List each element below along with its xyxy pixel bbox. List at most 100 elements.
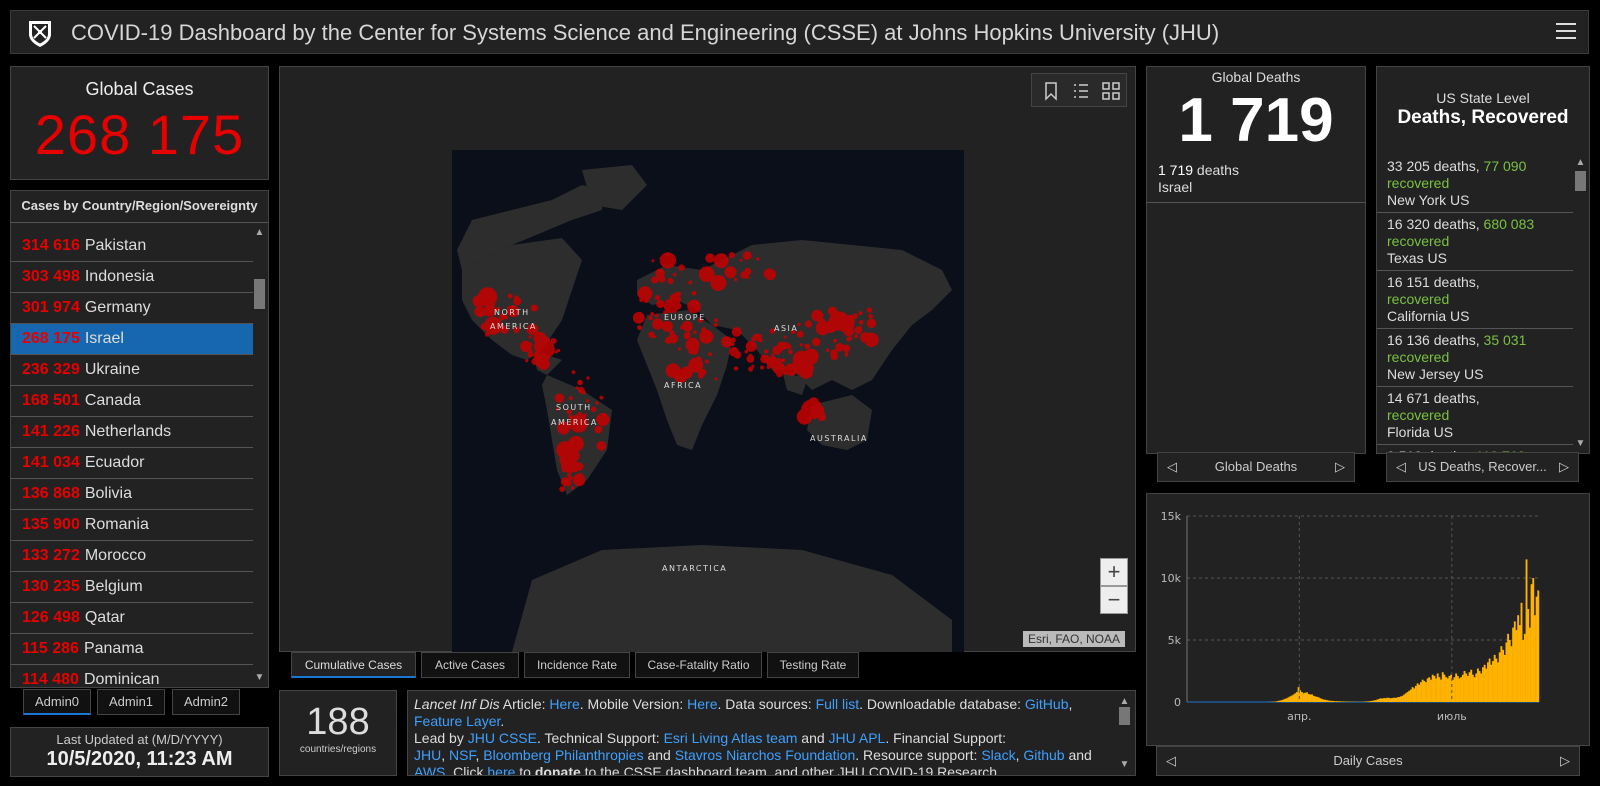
case-bubble[interactable] (800, 411, 806, 416)
case-bubble[interactable] (825, 348, 830, 353)
case-bubble[interactable] (693, 330, 697, 335)
case-bubble[interactable] (491, 331, 495, 335)
case-bubble[interactable] (858, 319, 864, 325)
case-bubble[interactable] (748, 353, 753, 359)
list-item[interactable]: 141 226 Netherlands (11, 417, 253, 448)
list-item[interactable]: 236 329 Ukraine (11, 355, 253, 386)
case-bubble[interactable] (678, 264, 685, 271)
case-bubble[interactable] (691, 290, 697, 296)
case-bubble[interactable] (653, 335, 657, 339)
list-item[interactable]: 1 719 deaths Israel (1147, 156, 1365, 203)
case-bubble[interactable] (655, 268, 665, 279)
case-bubble[interactable] (650, 312, 655, 316)
world-map[interactable]: NORTH AMERICA EUROPE ASIA AFRICA SOUTH A… (452, 150, 964, 652)
list-item[interactable]: 301 974 Germany (11, 293, 253, 324)
case-bubble[interactable] (756, 257, 760, 261)
aws-link[interactable]: AWS (414, 764, 445, 775)
case-bubble[interactable] (586, 376, 590, 380)
case-bubble[interactable] (679, 325, 684, 330)
case-bubble[interactable] (672, 272, 677, 277)
list-item[interactable]: 16 151 deaths, recovered California US (1377, 271, 1573, 329)
case-bubble[interactable] (656, 302, 661, 306)
case-bubble[interactable] (595, 401, 599, 405)
case-bubble[interactable] (575, 462, 584, 471)
case-bubble[interactable] (528, 335, 532, 339)
github-link[interactable]: GitHub (1025, 696, 1069, 712)
case-bubble[interactable] (537, 357, 550, 370)
case-bubble[interactable] (664, 259, 668, 264)
list-item[interactable]: 130 235 Belgium (11, 572, 253, 603)
tab-testing-rate[interactable]: Testing Rate (767, 652, 859, 678)
tab-case-fatality-ratio[interactable]: Case-Fatality Ratio (635, 652, 762, 678)
next-arrow-icon[interactable]: ▷ (1555, 747, 1575, 775)
case-bubble[interactable] (575, 386, 579, 390)
case-bubble[interactable] (864, 340, 868, 344)
case-bubble[interactable] (560, 458, 576, 473)
case-bubble[interactable] (731, 337, 736, 343)
case-bubble[interactable] (480, 323, 489, 331)
us-list-scrollbar[interactable]: ▲ ▼ (1574, 157, 1587, 449)
tab-admin2[interactable]: Admin2 (172, 689, 240, 715)
tab-active-cases[interactable]: Active Cases (421, 652, 519, 678)
case-bubble[interactable] (782, 342, 790, 349)
esri-living-atlas-link[interactable]: Esri Living Atlas team (664, 730, 798, 746)
case-bubble[interactable] (832, 338, 838, 343)
case-bubble[interactable] (602, 416, 608, 422)
case-bubble[interactable] (831, 317, 835, 321)
case-bubble[interactable] (704, 359, 709, 364)
case-bubble[interactable] (843, 315, 848, 320)
scroll-down-arrow-icon[interactable]: ▼ (1118, 756, 1131, 773)
case-bubble[interactable] (651, 259, 655, 263)
article-link[interactable]: Here (549, 696, 579, 712)
case-bubble[interactable] (846, 321, 851, 326)
mobile-version-link[interactable]: Here (687, 696, 717, 712)
case-bubble[interactable] (773, 358, 783, 367)
list-item[interactable]: 141 034 Ecuador (11, 448, 253, 479)
case-bubble[interactable] (701, 327, 707, 333)
data-sources-link[interactable]: Full list (816, 696, 860, 712)
scrollbar-thumb[interactable] (1575, 171, 1586, 191)
zoom-in-button[interactable]: + (1100, 558, 1128, 586)
case-bubble[interactable] (643, 297, 649, 304)
case-bubble[interactable] (772, 349, 777, 354)
bloomberg-link[interactable]: Bloomberg Philanthropies (483, 747, 643, 763)
case-bubble[interactable] (804, 320, 812, 328)
case-bubble[interactable] (472, 295, 485, 308)
case-bubble[interactable] (525, 359, 529, 363)
case-bubble[interactable] (745, 340, 757, 352)
scroll-down-arrow-icon[interactable]: ▼ (1574, 438, 1587, 449)
case-bubble[interactable] (868, 313, 874, 319)
case-bubble[interactable] (560, 477, 570, 487)
case-bubble[interactable] (783, 335, 787, 339)
case-bubble[interactable] (648, 315, 653, 321)
case-bubble[interactable] (561, 453, 566, 458)
case-bubble[interactable] (818, 406, 825, 413)
case-bubble[interactable] (577, 478, 585, 486)
case-bubble[interactable] (545, 337, 551, 343)
case-bubble[interactable] (639, 298, 644, 303)
list-item[interactable]: 136 868 Bolivia (11, 479, 253, 510)
case-bubble[interactable] (835, 343, 844, 352)
list-item[interactable]: 168 501 Canada (11, 386, 253, 417)
case-bubble[interactable] (869, 342, 873, 346)
case-bubble[interactable] (654, 313, 659, 318)
case-bubble[interactable] (831, 309, 838, 316)
case-bubble[interactable] (721, 336, 733, 348)
case-bubble[interactable] (567, 473, 571, 478)
donate-here-link[interactable]: here (487, 764, 515, 775)
tab-admin0[interactable]: Admin0 (23, 689, 91, 715)
scrollbar-thumb[interactable] (1119, 707, 1130, 725)
case-bubble[interactable] (818, 312, 824, 319)
case-bubble[interactable] (739, 258, 743, 262)
case-bubble[interactable] (554, 393, 565, 403)
case-bubble[interactable] (724, 266, 737, 279)
country-list-scrollbar[interactable]: ▲ ▼ (253, 227, 266, 683)
list-item[interactable]: 303 498 Indonesia (11, 262, 253, 293)
case-bubble[interactable] (808, 397, 819, 408)
case-bubble[interactable] (803, 402, 808, 407)
case-bubble[interactable] (685, 334, 689, 338)
case-bubble[interactable] (798, 356, 810, 368)
case-bubble[interactable] (571, 370, 576, 375)
tab-incidence-rate[interactable]: Incidence Rate (524, 652, 630, 678)
list-item[interactable]: 16 136 deaths, 35 031 recovered New Jersey… (1377, 329, 1573, 387)
